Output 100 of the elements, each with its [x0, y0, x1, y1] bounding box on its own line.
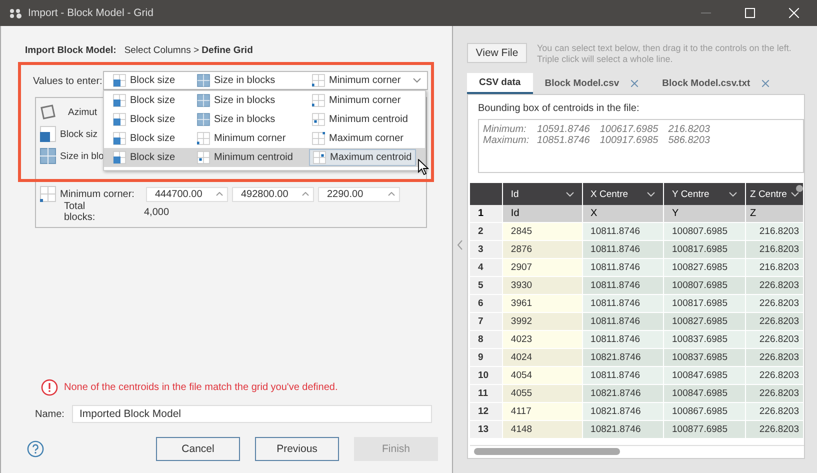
row-number: 1 — [470, 205, 502, 222]
corner-grid-icon — [40, 186, 56, 202]
table-cell: 2845 — [502, 222, 582, 240]
column-header[interactable]: X Centre — [582, 183, 664, 205]
bounding-box-value: Maximum: — [483, 135, 527, 146]
dialog-button[interactable]: Cancel — [156, 437, 240, 461]
table-cell: 10811.8746 — [582, 222, 664, 240]
spin-up-icon[interactable] — [388, 192, 395, 196]
option-text: Minimum centroid — [214, 152, 293, 163]
table-cell: 226.8203 — [746, 294, 804, 312]
field-label: Size in blo — [60, 150, 104, 162]
table-cell: 100837.6985 — [664, 348, 746, 366]
row-number: 8 — [470, 330, 502, 348]
table-cell: X — [582, 205, 664, 222]
table-cell: 2907 — [502, 258, 582, 276]
block-size-icon — [40, 126, 56, 142]
option-text: Minimum corner — [214, 133, 286, 144]
values-dropdown[interactable]: Block size Size in blocks Minimum corner — [103, 71, 428, 90]
number-field[interactable]: 444700.00 — [146, 186, 228, 202]
dropdown-option[interactable]: Block size Minimum centroid Maximum centroid — [104, 148, 425, 167]
grid-icon — [312, 74, 325, 87]
bounding-box-value: 10591.8746 — [537, 124, 590, 135]
table-cell: 10811.8746 — [582, 312, 664, 330]
grid-icon — [312, 94, 325, 107]
table-cell: 100827.6985 — [664, 312, 746, 330]
table-cell: Y — [664, 205, 746, 222]
grid-icon — [313, 151, 326, 164]
table-cell: 226.8203 — [746, 384, 804, 402]
chevron-down-icon — [791, 192, 799, 196]
chevron-down-icon — [413, 78, 421, 83]
number-field[interactable]: 492800.00 — [232, 186, 314, 202]
table-cell: 10811.8746 — [582, 240, 664, 258]
table-cell: 226.8203 — [746, 366, 804, 384]
field-label: Block siz — [60, 128, 98, 140]
table-cell: 100817.6985 — [664, 294, 746, 312]
table-cell: 100807.6985 — [664, 222, 746, 240]
dropdown-option[interactable]: Block size Minimum corner Maximum corner — [104, 129, 425, 148]
table-cell: 216.8203 — [746, 240, 804, 258]
table-cell: 3930 — [502, 276, 582, 294]
field-label: Azimut — [68, 106, 98, 118]
bounding-box-value: 216.8203 — [668, 124, 710, 135]
option-text: Block size — [130, 133, 176, 144]
column-header[interactable]: Id — [502, 183, 582, 205]
option-text: Minimum corner — [329, 95, 401, 106]
bounding-box-text-area[interactable]: Minimum: 10591.8746 100617.6985 216.8203 Maximum: 10851.8746 100917.6985 586.8203 — [478, 119, 804, 173]
tab[interactable]: Block Model.csv — [532, 73, 650, 94]
grid-icon — [113, 94, 126, 107]
spin-up-icon[interactable] — [216, 192, 223, 196]
chevron-down-icon — [566, 192, 574, 196]
dialog-button[interactable]: Previous — [255, 437, 339, 461]
chevron-down-icon — [729, 192, 737, 196]
option-text: Maximum corner — [329, 133, 404, 144]
table-cell: 4023 — [502, 330, 582, 348]
column-header[interactable]: Z Centre — [746, 183, 804, 205]
row-number: 4 — [470, 258, 502, 276]
wizard-label: Import Block Model: — [25, 44, 116, 56]
tab[interactable]: CSV data — [467, 73, 533, 94]
field-label: Values to enter: — [33, 76, 102, 86]
grid-icon — [197, 132, 210, 145]
table-cell: 4117 — [502, 402, 582, 420]
maximize-icon[interactable] — [745, 8, 755, 18]
table-cell: 10811.8746 — [582, 330, 664, 348]
spin-up-icon[interactable] — [302, 192, 309, 196]
table-cell: 4024 — [502, 348, 582, 366]
bounding-box-value: Minimum: — [483, 124, 527, 135]
error-message: None of the centroids in the file match the grid you've defined. — [64, 382, 338, 393]
tab[interactable]: Block Model.csv.txt — [650, 73, 782, 94]
row-number: 12 — [470, 402, 502, 420]
bounding-box-value: 10851.8746 — [537, 135, 590, 146]
option-text: Size in blocks — [214, 95, 276, 106]
option-text: Maximum centroid — [330, 152, 412, 163]
row-number: 10 — [470, 366, 502, 384]
table-cell: 10811.8746 — [582, 366, 664, 384]
table-cell: 4148 — [502, 420, 582, 438]
dropdown-option[interactable]: Block size Size in blocks Minimum centroid — [104, 110, 425, 129]
table-cell: 10811.8746 — [582, 258, 664, 276]
row-number: 13 — [470, 420, 502, 438]
row-number: 5 — [470, 276, 502, 294]
name-field[interactable]: Imported Block Model — [72, 405, 432, 423]
number-field[interactable]: 2290.00 — [318, 186, 400, 202]
table-cell: 100847.6985 — [664, 384, 746, 402]
grid-blocks-icon — [40, 148, 56, 164]
table-cell: 216.8203 — [746, 222, 804, 240]
row-number: 11 — [470, 384, 502, 402]
table-cell: 10821.8746 — [582, 402, 664, 420]
scrollbar-thumb[interactable] — [474, 448, 620, 455]
chevron-left-icon[interactable] — [457, 240, 463, 250]
table-cell: 226.8203 — [746, 276, 804, 294]
app-icon — [9, 8, 22, 18]
option-text: Size in blocks — [214, 114, 276, 125]
table-cell: 10821.8746 — [582, 420, 664, 438]
view-file-button[interactable]: View File — [467, 43, 527, 63]
hint-text: You can select text below, then drag it to the controls on the left. Triple click will select a whole line. — [537, 43, 792, 65]
corner-header-cell — [470, 183, 502, 205]
horizontal-scrollbar[interactable] — [470, 445, 804, 458]
help-icon[interactable] — [27, 440, 44, 458]
dropdown-option[interactable]: Block size Size in blocks Minimum corner — [104, 91, 425, 110]
table-cell: 226.8203 — [746, 348, 804, 366]
column-header[interactable]: Y Centre — [664, 183, 746, 205]
grid-icon — [312, 132, 325, 145]
